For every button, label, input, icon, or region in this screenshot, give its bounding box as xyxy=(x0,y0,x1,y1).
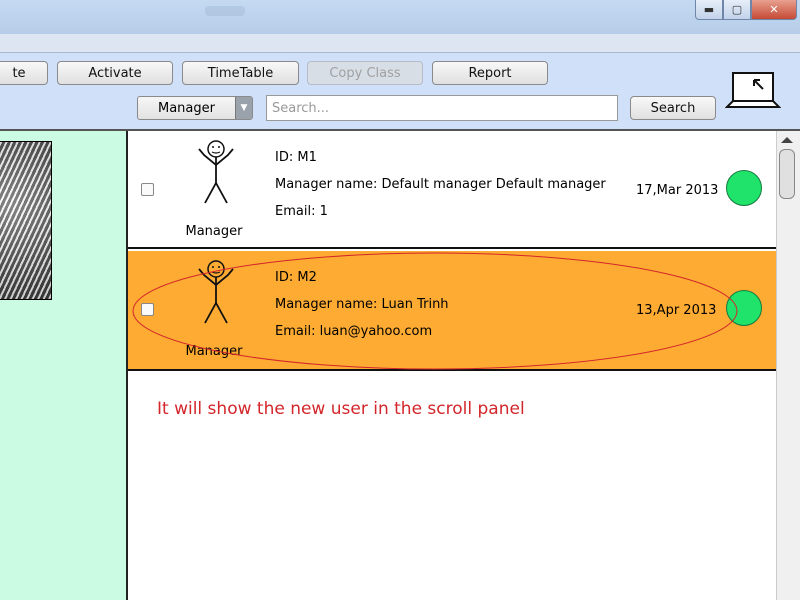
status-indicator xyxy=(726,170,762,206)
window-title-bar: ▬ ▢ ✕ xyxy=(0,0,800,34)
user-name: Manager name: Default manager Default ma… xyxy=(275,177,606,192)
copy-class-button: Copy Class xyxy=(307,61,423,85)
vertical-scrollbar[interactable] xyxy=(776,131,800,600)
menu-strip xyxy=(0,34,800,53)
user-id: ID: M1 xyxy=(275,150,317,165)
user-id: ID: M2 xyxy=(275,270,317,285)
report-button[interactable]: Report xyxy=(432,61,548,85)
user-role: Manager xyxy=(185,344,243,359)
window-title xyxy=(205,6,245,16)
window-controls: ▬ ▢ ✕ xyxy=(695,0,797,20)
user-scroll-panel[interactable]: Manager ID: M1 Manager name: Default man… xyxy=(128,131,776,600)
user-date: 17,Mar 2013 xyxy=(636,183,719,198)
user-info: ID: M2 Manager name: Luan Trinh Email: l… xyxy=(275,264,449,345)
chevron-down-icon[interactable]: ▼ xyxy=(235,97,252,119)
left-panel xyxy=(0,131,128,600)
annotation-note: It will show the new user in the scroll … xyxy=(157,399,525,419)
stick-figure-icon xyxy=(198,260,234,324)
partial-button[interactable]: te xyxy=(0,61,48,85)
user-info: ID: M1 Manager name: Default manager Def… xyxy=(275,144,606,225)
maximize-button[interactable]: ▢ xyxy=(723,0,751,20)
laptop-icon[interactable] xyxy=(725,71,781,113)
close-button[interactable]: ✕ xyxy=(751,0,797,20)
timetable-button[interactable]: TimeTable xyxy=(182,61,299,85)
user-email: Email: luan@yahoo.com xyxy=(275,324,433,339)
role-select[interactable]: Manager ▼ xyxy=(137,96,253,120)
search-input[interactable] xyxy=(266,95,618,121)
user-role: Manager xyxy=(185,224,243,239)
profile-photo xyxy=(0,141,52,300)
role-select-value: Manager xyxy=(158,101,215,116)
toolbar: te Activate TimeTable Copy Class Report … xyxy=(0,53,800,131)
scrollbar-thumb[interactable] xyxy=(779,149,795,199)
status-indicator xyxy=(726,290,762,326)
minimize-button[interactable]: ▬ xyxy=(695,0,723,20)
activate-button[interactable]: Activate xyxy=(57,61,173,85)
row-checkbox[interactable] xyxy=(141,183,154,196)
user-date: 13,Apr 2013 xyxy=(636,303,717,318)
user-row[interactable]: Manager ID: M1 Manager name: Default man… xyxy=(128,131,776,249)
stick-figure-icon xyxy=(198,140,234,204)
user-name: Manager name: Luan Trinh xyxy=(275,297,449,312)
scroll-up-arrow-icon[interactable] xyxy=(781,137,793,143)
user-row-selected[interactable]: Manager ID: M2 Manager name: Luan Trinh … xyxy=(128,251,776,371)
row-checkbox[interactable] xyxy=(141,303,154,316)
search-button[interactable]: Search xyxy=(630,96,716,120)
user-email: Email: 1 xyxy=(275,204,328,219)
